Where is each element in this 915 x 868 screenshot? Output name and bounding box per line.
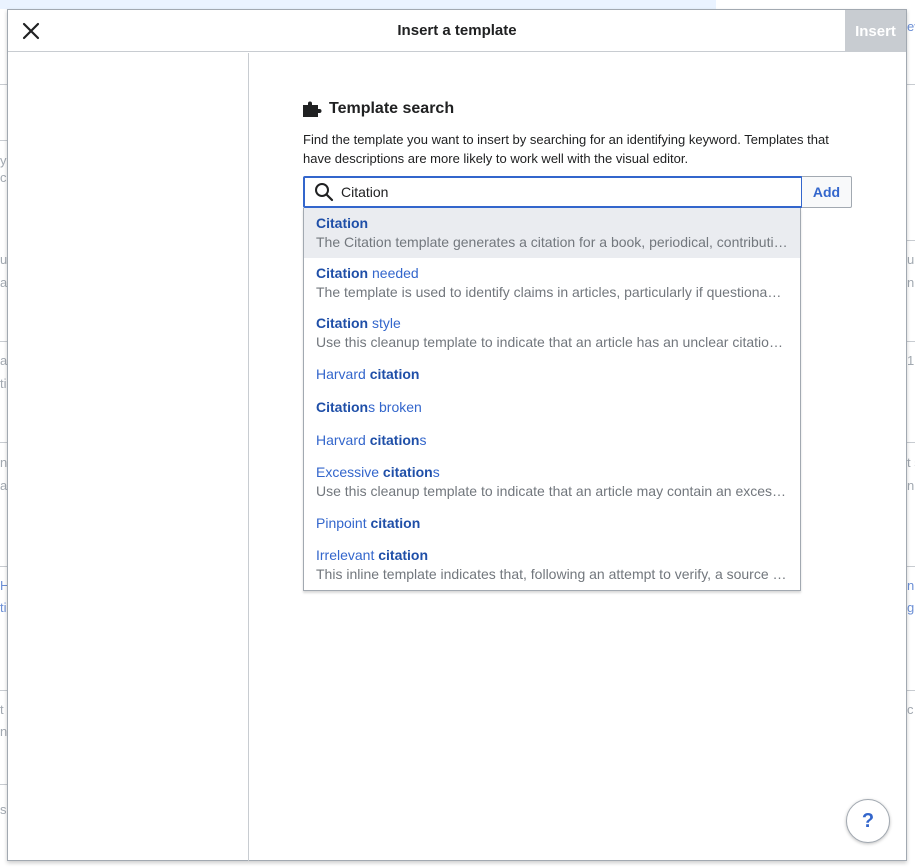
- suggestion-title-match: Citation: [316, 399, 369, 415]
- bg-fragment: 1: [907, 353, 915, 368]
- insert-button[interactable]: Insert: [845, 10, 906, 52]
- insert-template-dialog: Insert a template Insert Template search…: [7, 9, 907, 861]
- bg-rule: [0, 690, 7, 691]
- bg-fragment: s: [0, 802, 7, 817]
- suggestion-item[interactable]: Irrelevant citation This inline template …: [304, 540, 800, 590]
- bg-rule: [0, 84, 7, 85]
- suggestion-description: The Citation template generates a citati…: [316, 234, 788, 250]
- suggestion-item[interactable]: Harvard citations: [304, 424, 800, 457]
- suggestion-title-match: citation: [382, 464, 433, 480]
- suggestions-list: Citation The Citation template generates …: [303, 208, 801, 591]
- search-input[interactable]: [341, 184, 781, 200]
- suggestion-description: Use this cleanup template to indicate th…: [316, 483, 788, 499]
- bg-fragment: gl: [907, 600, 915, 615]
- suggestion-item[interactable]: Citation The Citation template generates …: [304, 208, 800, 258]
- help-button[interactable]: ?: [846, 799, 890, 843]
- puzzle-icon: [303, 101, 322, 117]
- suggestion-title: Harvard citations: [316, 431, 788, 450]
- dialog-body: Template search Find the template you wa…: [8, 53, 906, 861]
- suggestion-title-match: Citation: [316, 215, 369, 231]
- bg-fragment: c: [907, 702, 914, 717]
- suggestion-title-suffix: s broken: [368, 399, 422, 415]
- dialog-header: Insert a template Insert: [8, 10, 906, 52]
- suggestion-title-match: citation: [370, 515, 421, 531]
- dialog-title: Insert a template: [397, 22, 517, 39]
- suggestion-title: Citation: [316, 214, 788, 233]
- suggestion-title-match: Citation: [316, 265, 369, 281]
- suggestion-description: Use this cleanup template to indicate th…: [316, 334, 788, 350]
- add-button[interactable]: Add: [802, 176, 852, 208]
- bg-rule: [907, 566, 915, 567]
- bg-fragment: u: [907, 252, 915, 267]
- suggestion-title: Citation style: [316, 314, 788, 333]
- suggestion-title-suffix: s: [419, 432, 427, 448]
- suggestion-title-match: citation: [369, 432, 420, 448]
- bg-fragment: y: [0, 153, 7, 168]
- suggestion-item[interactable]: Harvard citation: [304, 358, 800, 391]
- bg-fragment: n: [907, 275, 915, 290]
- suggestion-title: Citations broken: [316, 398, 788, 417]
- suggestion-title-suffix: needed: [368, 265, 419, 281]
- bg-rule: [907, 690, 915, 691]
- bg-rule: [907, 341, 915, 342]
- suggestion-item[interactable]: Excessive citations Use this cleanup temp…: [304, 457, 800, 507]
- suggestion-description: This inline template indicates that, fol…: [316, 566, 788, 582]
- suggestion-item[interactable]: Pinpoint citation: [304, 507, 800, 540]
- suggestion-title-match: citation: [369, 366, 420, 382]
- bg-fragment: c: [0, 170, 7, 185]
- bg-rule: [907, 84, 915, 85]
- template-search-pane: Template search Find the template you wa…: [250, 53, 906, 861]
- bg-rule: [907, 442, 915, 443]
- left-pane: [8, 53, 249, 861]
- suggestion-item[interactable]: Citations broken: [304, 391, 800, 424]
- section-description: Find the template you want to insert by …: [303, 132, 829, 166]
- suggestion-title: Harvard citation: [316, 365, 788, 384]
- suggestion-title-suffix: s: [432, 464, 440, 480]
- bg-fragment: ev: [907, 19, 915, 34]
- suggestion-title-prefix: Excessive: [316, 464, 383, 480]
- bg-fragment: ti: [0, 376, 7, 391]
- bg-rule: [0, 566, 7, 567]
- bg-fragment: ti: [0, 600, 7, 615]
- suggestion-title-match: citation: [378, 547, 429, 563]
- suggestion-title-suffix: style: [368, 315, 401, 331]
- suggestion-title: Pinpoint citation: [316, 514, 788, 533]
- section-heading-text: Template search: [329, 100, 455, 117]
- bg-rule: [0, 140, 7, 141]
- bg-fragment: t s: [907, 455, 915, 470]
- bg-fragment: t: [0, 702, 4, 717]
- suggestion-title-prefix: Pinpoint: [316, 515, 371, 531]
- suggestion-title: Citation needed: [316, 264, 788, 283]
- bg-fragment: n: [907, 478, 915, 493]
- bg-rule: [907, 240, 915, 241]
- suggestion-title: Excessive citations: [316, 463, 788, 482]
- suggestion-title-prefix: Irrelevant: [316, 547, 379, 563]
- bg-fragment: n: [907, 578, 915, 593]
- suggestion-item[interactable]: Citation style Use this cleanup template …: [304, 308, 800, 358]
- suggestion-title-match: Citation: [316, 315, 369, 331]
- background-top-bar: [0, 0, 716, 9]
- suggestion-title-prefix: Harvard: [316, 432, 370, 448]
- search-icon: [313, 181, 335, 203]
- suggestion-title-prefix: Harvard: [316, 366, 370, 382]
- bg-rule: [0, 341, 7, 342]
- suggestion-title: Irrelevant citation: [316, 546, 788, 565]
- suggestion-item[interactable]: Citation needed The template is used to i…: [304, 258, 800, 308]
- section-heading: Template search: [303, 100, 454, 118]
- search-box[interactable]: [303, 176, 803, 208]
- bg-rule: [0, 442, 7, 443]
- bg-rule: [0, 784, 7, 785]
- suggestion-description: The template is used to identify claims …: [316, 284, 788, 300]
